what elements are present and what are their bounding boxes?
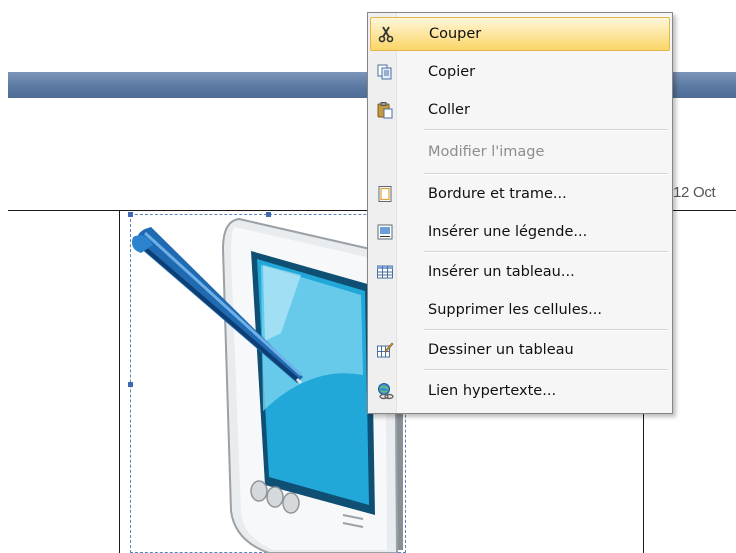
menu-item-label: Couper (429, 26, 482, 42)
empty-icon-slot (372, 297, 398, 323)
menu-separator (424, 173, 668, 175)
menu-item-label: Lien hypertexte... (428, 383, 557, 399)
page-border-icon (372, 181, 398, 207)
menu-item-bordure-trame[interactable]: Bordure et trame... (370, 177, 670, 211)
copy-icon (372, 59, 398, 85)
draw-table-icon (372, 337, 398, 363)
caption-icon (372, 219, 398, 245)
menu-item-coller[interactable]: Coller (370, 93, 670, 127)
menu-item-label: Insérer une légende... (428, 224, 588, 240)
paste-icon (372, 97, 398, 123)
menu-item-label: Bordure et trame... (428, 186, 567, 202)
context-menu: Couper Copier Coller Modifier l'image Bo… (367, 12, 673, 414)
menu-item-label: Insérer un tableau... (428, 264, 575, 280)
menu-item-label: Coller (428, 102, 470, 118)
header-date-text: 12 Oct (673, 184, 716, 201)
empty-icon-slot (372, 139, 398, 165)
menu-item-lien-hypertexte[interactable]: Lien hypertexte... (370, 374, 670, 408)
menu-separator (424, 329, 668, 331)
menu-separator (424, 251, 668, 253)
menu-item-label: Copier (428, 64, 476, 80)
menu-item-label: Dessiner un tableau (428, 342, 574, 358)
menu-item-inserer-tableau[interactable]: Insérer un tableau... (370, 255, 670, 289)
menu-item-label: Modifier l'image (428, 144, 545, 160)
scissors-icon (373, 21, 399, 47)
table-left-column-border (119, 210, 120, 553)
menu-item-modifier-image: Modifier l'image (370, 135, 670, 169)
menu-item-copier[interactable]: Copier (370, 55, 670, 89)
menu-separator (424, 369, 668, 371)
pda-clipart-image[interactable] (131, 215, 405, 553)
menu-item-couper[interactable]: Couper (370, 17, 670, 51)
table-icon (372, 259, 398, 285)
menu-item-inserer-legende[interactable]: Insérer une légende... (370, 215, 670, 249)
menu-separator (424, 129, 668, 131)
menu-item-supprimer-cellules[interactable]: Supprimer les cellules... (370, 293, 670, 327)
menu-item-label: Supprimer les cellules... (428, 302, 602, 318)
hyperlink-icon (372, 378, 398, 404)
menu-item-dessiner-tableau[interactable]: Dessiner un tableau (370, 333, 670, 367)
